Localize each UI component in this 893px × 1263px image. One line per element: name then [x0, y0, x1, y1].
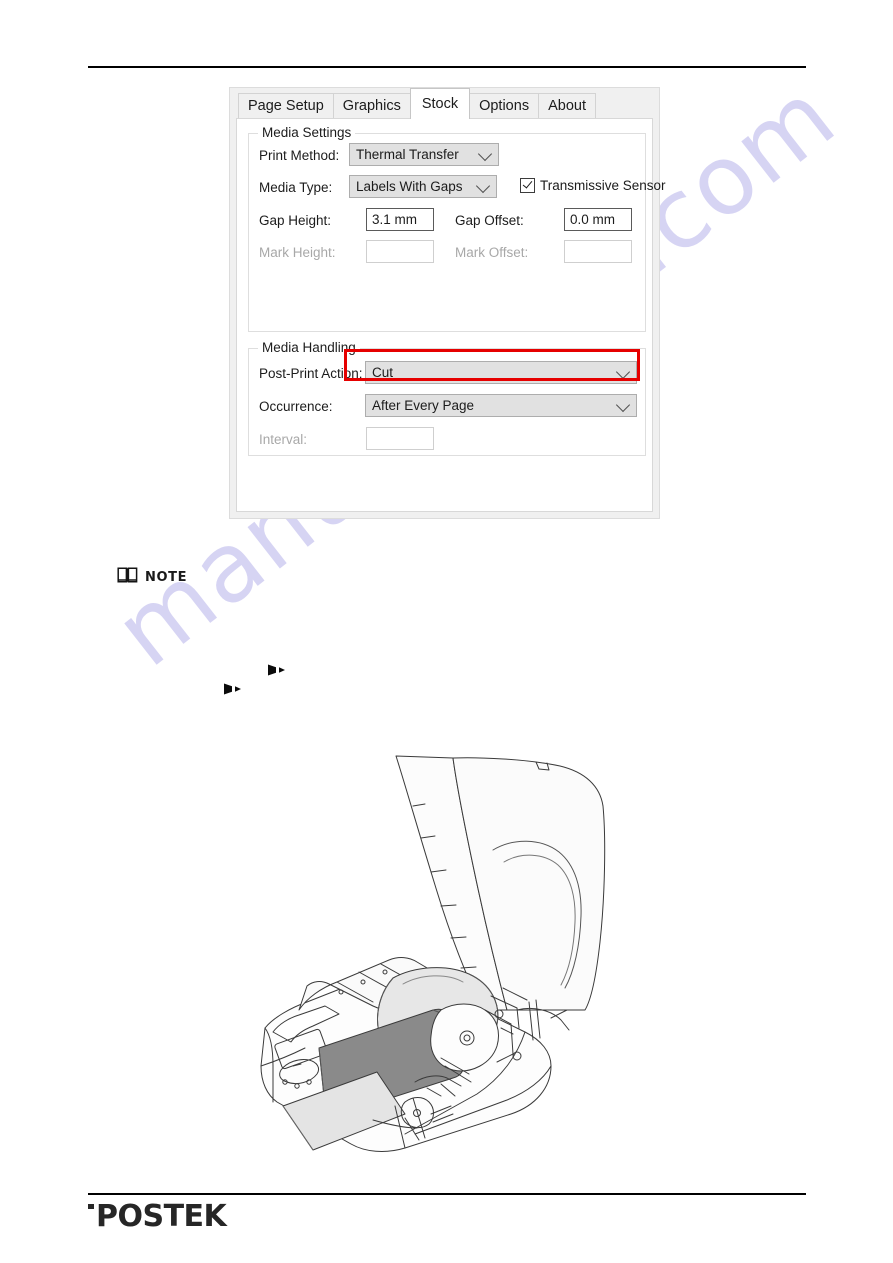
printer-illustration	[255, 710, 655, 1160]
footer-logo: POSTEK	[88, 1198, 227, 1234]
chevron-down-icon	[475, 178, 491, 193]
tab-panel-stock: Media Settings Print Method: Thermal Tra…	[236, 118, 666, 512]
occurrence-value: After Every Page	[372, 398, 475, 413]
note-block: NOTE	[117, 566, 187, 589]
mark-height-label: Mark Height:	[259, 245, 336, 260]
media-type-combobox[interactable]: Labels With Gaps	[349, 175, 497, 198]
footer-rule	[88, 1193, 806, 1195]
group-media-handling-title: Media Handling	[258, 340, 360, 355]
gap-offset-label: Gap Offset:	[455, 213, 524, 228]
occurrence-label: Occurrence:	[259, 399, 333, 414]
group-media-settings-title: Media Settings	[258, 125, 356, 140]
chevron-down-icon	[615, 397, 631, 412]
group-media-settings: Media Settings Print Method: Thermal Tra…	[248, 125, 666, 332]
print-method-value: Thermal Transfer	[356, 147, 459, 162]
post-print-action-value: Cut	[372, 365, 394, 380]
tab-options[interactable]: Options	[469, 93, 540, 119]
arrow-bullet-marker	[224, 682, 242, 700]
tab-graphics[interactable]: Graphics	[332, 93, 411, 119]
interval-label: Interval:	[259, 432, 308, 447]
gap-offset-input[interactable]: 0.0 mm	[564, 208, 632, 231]
gap-height-value: 3.1 mm	[372, 212, 418, 227]
tab-about[interactable]: About	[538, 93, 596, 119]
chevron-down-icon	[615, 364, 631, 379]
tab-stock[interactable]: Stock	[409, 88, 471, 119]
media-type-label: Media Type:	[259, 180, 333, 195]
tab-strip: Page Setup Graphics Stock Options About	[230, 88, 659, 119]
gap-height-label: Gap Height:	[259, 213, 332, 228]
transmissive-sensor-checkbox[interactable]: Transmissive Sensor	[520, 178, 666, 193]
tab-page-setup[interactable]: Page Setup	[238, 93, 334, 119]
header-rule	[88, 66, 806, 68]
chevron-down-icon	[477, 146, 493, 161]
book-icon	[117, 566, 139, 589]
gap-height-input[interactable]: 3.1 mm	[366, 208, 434, 231]
arrow-bullet-marker	[268, 663, 286, 681]
post-print-action-label: Post-Print Action:	[259, 366, 363, 381]
media-type-value: Labels With Gaps	[356, 179, 463, 194]
transmissive-sensor-label: Transmissive Sensor	[540, 178, 666, 193]
printer-preferences-dialog: Page Setup Graphics Stock Options About …	[229, 87, 666, 519]
post-print-action-combobox[interactable]: Cut	[365, 361, 637, 384]
mark-height-input[interactable]	[366, 240, 434, 263]
mark-offset-label: Mark Offset:	[455, 245, 529, 260]
interval-input[interactable]	[366, 427, 434, 450]
print-method-label: Print Method:	[259, 148, 340, 163]
mark-offset-input[interactable]	[564, 240, 632, 263]
note-label: NOTE	[145, 570, 188, 585]
checkbox-check-icon	[520, 178, 535, 193]
print-method-combobox[interactable]: Thermal Transfer	[349, 143, 499, 166]
gap-offset-value: 0.0 mm	[570, 212, 616, 227]
logo-text: POSTEK	[96, 1198, 227, 1234]
group-media-handling: Media Handling Post-Print Action: Cut Oc…	[248, 340, 646, 456]
occurrence-combobox[interactable]: After Every Page	[365, 394, 637, 417]
logo-dot-icon	[88, 1199, 96, 1234]
